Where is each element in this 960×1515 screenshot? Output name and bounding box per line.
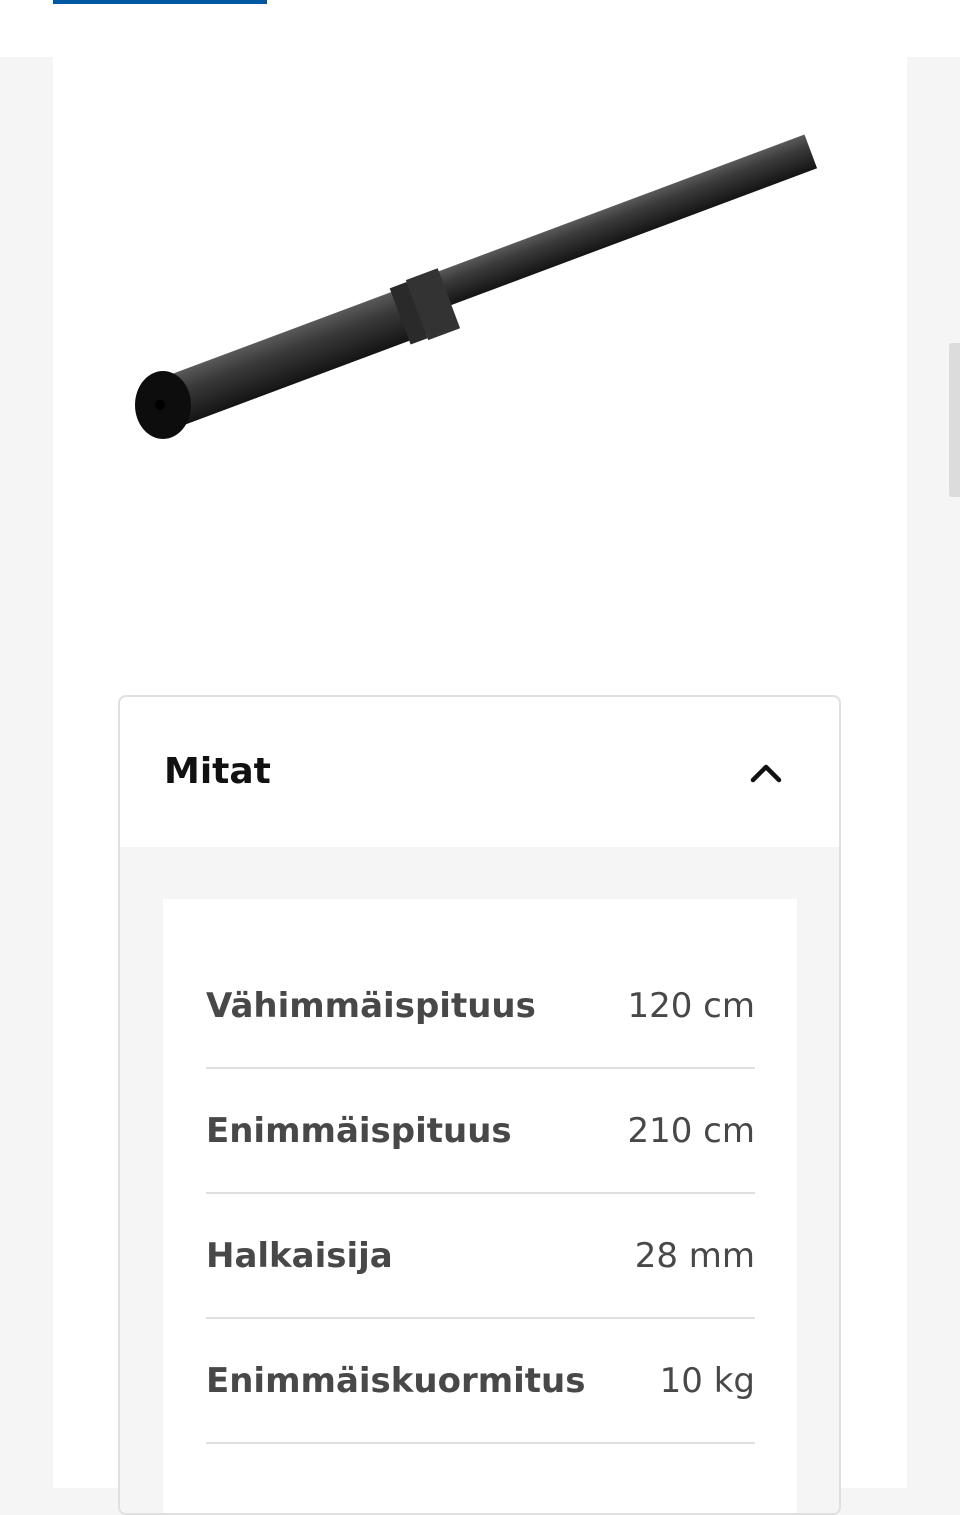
dimension-value: 10 kg [659, 1361, 755, 1401]
accordion-title: Mitat [164, 751, 271, 792]
scrollbar-thumb[interactable] [949, 343, 960, 497]
accordion-header-dimensions[interactable]: Mitat [120, 697, 839, 847]
chevron-up-icon[interactable] [746, 757, 786, 787]
dimension-value: 120 cm [627, 986, 755, 1026]
active-tab-indicator [53, 0, 267, 4]
product-image-curtain-rod [135, 134, 818, 439]
dimension-value: 210 cm [627, 1111, 755, 1151]
dimensions-list: Vähimmäispituus 120 cm Enimmäispituus 21… [163, 899, 797, 1513]
dimension-label: Halkaisija [206, 1236, 393, 1276]
dimension-label: Enimmäispituus [206, 1111, 512, 1151]
accordion-body: Vähimmäispituus 120 cm Enimmäispituus 21… [120, 847, 839, 1513]
dimension-label: Enimmäiskuormitus [206, 1361, 586, 1401]
dimension-row-max-load: Enimmäiskuormitus 10 kg [206, 1319, 755, 1444]
dimension-label: Vähimmäispituus [206, 986, 536, 1026]
dimension-row-diameter: Halkaisija 28 mm [206, 1194, 755, 1319]
dimension-row-max-length: Enimmäispituus 210 cm [206, 1069, 755, 1194]
dimension-row-min-length: Vähimmäispituus 120 cm [206, 944, 755, 1069]
dimensions-accordion: Mitat Vähimmäispituus 120 cm Enimmäispit… [118, 695, 841, 1515]
dimension-value: 28 mm [634, 1236, 755, 1276]
top-bar [0, 0, 960, 57]
